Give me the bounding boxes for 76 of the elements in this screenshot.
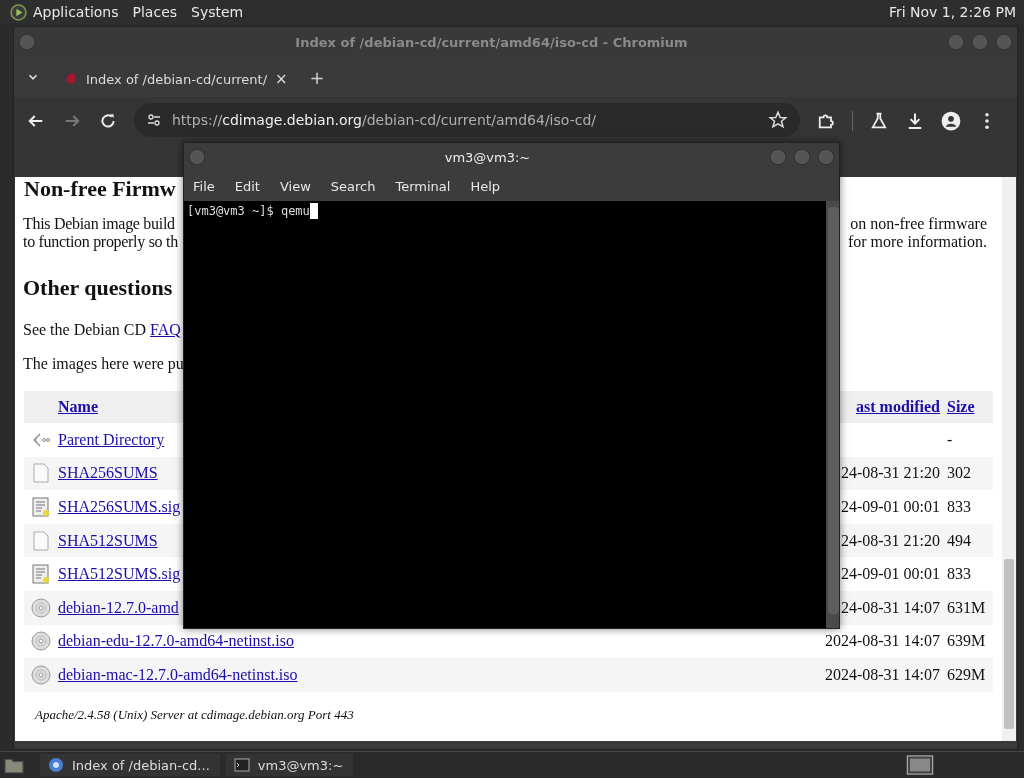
menu-item[interactable]: Help [470,178,501,194]
site-settings-icon[interactable] [146,112,162,128]
taskbar-button[interactable]: vm3@vm3:~ [225,754,354,776]
menu-item[interactable]: Edit [234,178,260,194]
faq-link[interactable]: FAQ [150,321,181,339]
column-header-link[interactable]: Size [940,398,993,416]
table-cell: 833 [947,565,971,583]
table-cell: 24-09-01 00:01 [840,565,940,583]
paragraph-text: The images here were pu [23,355,184,373]
table-cell: 24-09-01 00:01 [840,498,940,515]
panel-menu[interactable]: Places [132,4,178,20]
table-cell: 494 [947,531,971,549]
scrollbar-thumb[interactable] [1004,559,1014,729]
scrollbar-thumb[interactable] [828,207,839,614]
browser-icon [48,757,64,773]
signed-document-icon [31,564,51,585]
new-tab-button[interactable]: + [309,66,325,88]
menu-item[interactable]: View [279,178,311,194]
terminal-icon [233,757,250,773]
file-link[interactable]: debian-edu-12.7.0-amd64-netinst.iso [58,632,294,651]
star-icon[interactable] [768,110,788,130]
profile-icon[interactable] [941,111,961,131]
disc-icon [31,597,51,618]
document-icon [31,463,51,484]
disc-icon [31,664,51,685]
document-icon [31,530,51,551]
column-header-link[interactable]: Name [58,398,98,416]
clock[interactable]: Fri Nov 1, 2:26 PM [888,4,1016,20]
table-cell: 2024-08-31 14:07 [824,665,940,683]
paragraph-text: See the Debian CD [23,321,148,339]
file-link[interactable]: SHA512SUMS [58,531,158,550]
menu-item[interactable]: File [193,178,215,194]
text-cursor [309,203,318,219]
paragraph-text: for more information. [847,233,988,251]
table-cell: 302 [947,464,971,482]
table-cell: 24-08-31 21:20 [840,531,940,549]
scrollbar[interactable] [1002,177,1016,741]
table-cell: 639M [947,632,986,650]
flask-icon[interactable] [869,111,889,131]
file-link[interactable]: Parent Directory [58,430,165,449]
address-bar[interactable]: https://cdimage.debian.org/debian-cd/current/amd64/iso-cd/ [134,103,800,137]
paragraph-text: on non-free firmware [850,215,988,233]
url-text: https://cdimage.debian.org/debian-cd/current/amd64/iso-cd/ [172,112,596,128]
terminal-text: [vm3@vm3 ~]$ qemu [187,203,310,220]
taskbar-button[interactable]: Index of /debian-cd... [40,754,220,776]
paragraph-text: to function properly so th [23,233,178,251]
panel-menu[interactable]: Applications [33,4,119,20]
table-cell: - [947,430,953,448]
table-cell: 24-08-31 21:20 [840,464,940,482]
favicon-icon [64,72,78,86]
file-link[interactable]: SHA256SUMS [58,464,158,483]
folder-icon[interactable] [4,756,24,774]
section-heading: Non-free Firmw [23,177,176,201]
window-title: vm3@vm3:~ [443,149,532,165]
window-title: Index of /debian-cd/current/amd64/iso-cd - Chromium [294,34,689,50]
table-cell: 24-08-31 14:07 [840,598,940,616]
show-desktop-icon[interactable] [906,755,934,775]
table-cell: 833 [947,498,971,515]
table-cell: 629M [947,665,986,683]
menu-item[interactable]: Terminal [395,178,451,194]
menu-item[interactable]: Search [330,178,376,194]
panel-menu[interactable]: System [191,4,244,20]
scrollbar[interactable] [826,201,839,628]
disc-icon [31,631,51,652]
play-logo-icon[interactable] [10,3,27,21]
table-cell: 2024-08-31 14:07 [824,632,940,650]
file-link[interactable]: debian-12.7.0-amd [58,598,179,617]
section-heading: Other questions [23,275,173,301]
server-signature: Apache/2.4.58 (Unix) Server at cdimage.debian.org Port 443 [33,705,354,724]
column-header-link[interactable]: ast modified [856,398,940,415]
file-link[interactable]: SHA256SUMS.sig [58,498,181,516]
file-link[interactable]: debian-mac-12.7.0-amd64-netinst.iso [58,665,298,684]
table-cell: 631M [947,598,986,616]
signed-document-icon [31,497,51,517]
file-link[interactable]: SHA512SUMS.sig [58,565,181,584]
paragraph-text: This Debian image build [23,215,175,233]
